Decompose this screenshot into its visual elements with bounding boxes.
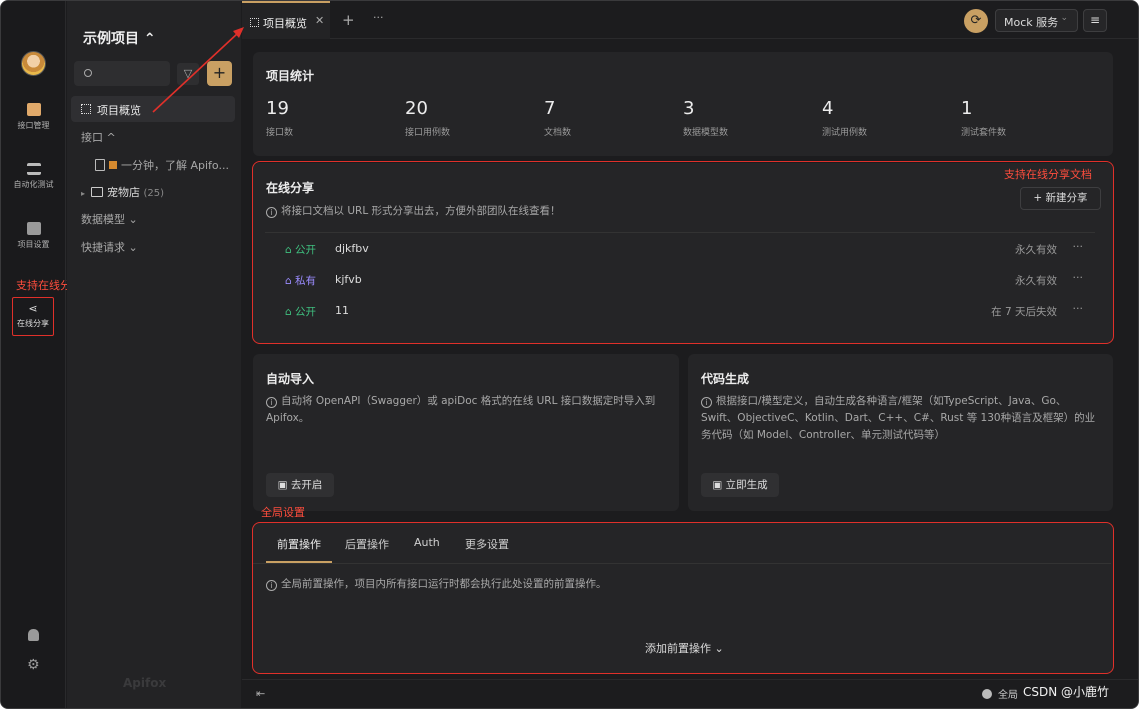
stat-value: 3 [683,98,695,119]
stat-value: 7 [544,98,556,119]
share-expiry: 永久有效 [1015,275,1057,287]
status-bar: ⇤ 全局 [242,679,1138,708]
global-annotation: 全局设置 [261,506,305,519]
stat-value: 19 [266,98,289,119]
stat-value: 1 [961,98,973,119]
share-name: 11 [335,304,349,317]
stat-item: 3 数据模型数 [683,98,728,138]
stat-item: 4 测试用例数 [822,98,867,138]
public-tag: ⌂ 公开 [285,304,316,319]
enable-import-button[interactable]: ▣ 去开启 [266,473,334,497]
info-icon: i [266,580,277,591]
environment-indicator[interactable]: 全局 [982,686,1018,701]
tab-auth[interactable]: Auth [414,536,440,549]
stat-label: 文档数 [544,128,572,138]
new-share-button[interactable]: + 新建分享 [1020,187,1101,210]
share-row[interactable]: ⌂ 私有 kjfvb 永久有效 ··· [265,264,1095,295]
codegen-title: 代码生成 [701,372,750,386]
share-row[interactable]: ⌂ 公开 djkfbv 永久有效 ··· [265,233,1095,264]
global-description-text: 全局前置操作，项目内所有接口运行时都会执行此处设置的前置操作。 [281,578,607,590]
global-description: i 全局前置操作，项目内所有接口运行时都会执行此处设置的前置操作。 [266,576,607,593]
info-icon: i [266,207,277,218]
codegen-description-text: 根据接口/模型定义，自动生成各种语言/框架（如TypeScript、Java、G… [701,395,1096,441]
stat-label: 测试用例数 [822,128,868,138]
app-window: 接口管理 自动化测试 项目设置 支持在线分享文档 ⋖ 在线分享 ⚙ 示例项目 ⌃… [0,0,1139,709]
private-tag: ⌂ 私有 [285,273,316,288]
stat-label: 接口数 [266,128,294,138]
share-name: kjfvb [335,273,362,286]
public-tag: ⌂ 公开 [285,242,316,257]
tag-label: 公开 [295,306,317,318]
share-expiry: 在 7 天后失效 [991,306,1057,318]
stat-label: 数据模型数 [683,128,729,138]
stat-item: 19 接口数 [266,98,293,138]
code-icon: ▣ [712,479,726,491]
stat-item: 1 测试套件数 [961,98,1006,138]
generate-code-button[interactable]: ▣ 立即生成 [701,473,779,497]
share-annotation: 支持在线分享文档 [1004,168,1092,181]
button-label: 去开启 [290,479,323,491]
lock-open-icon: ⌂ [285,306,296,318]
tag-label: 公开 [295,244,317,256]
auto-import-description-text: 自动将 OpenAPI（Swagger）或 apiDoc 格式的在线 URL 接… [266,395,656,424]
info-icon: i [701,397,712,408]
tab-post-ops[interactable]: 后置操作 [345,536,389,552]
more-icon[interactable]: ··· [1073,302,1084,315]
share-row[interactable]: ⌂ 公开 11 在 7 天后失效 ··· [265,295,1095,326]
stat-value: 4 [822,98,834,119]
more-icon[interactable]: ··· [1073,271,1084,284]
csdn-watermark: CSDN @小鹿竹 [1023,685,1110,699]
share-expiry: 永久有效 [1015,244,1057,256]
stat-item: 20 接口用例数 [405,98,450,138]
button-label: 立即生成 [725,479,768,491]
divider [253,563,1111,564]
auto-import-description: i 自动将 OpenAPI（Swagger）或 apiDoc 格式的在线 URL … [266,393,666,427]
info-icon: i [266,397,277,408]
auto-import-title: 自动导入 [266,372,315,386]
stat-item: 7 文档数 [544,98,571,138]
lock-icon: ⌂ [285,275,296,287]
tag-label: 私有 [295,275,317,287]
codegen-description: i 根据接口/模型定义，自动生成各种语言/框架（如TypeScript、Java、… [701,393,1101,444]
tab-more-settings[interactable]: 更多设置 [465,536,509,552]
add-pre-op-button[interactable]: 添加前置操作 ⌄ [645,640,724,656]
stat-label: 测试套件数 [961,128,1007,138]
globe-icon [982,689,992,699]
stat-value: 20 [405,98,428,119]
calendar-icon: ▣ [277,479,291,491]
share-description-text: 将接口文档以 URL 形式分享出去，方便外部团队在线查看！ [281,205,561,217]
environment-label: 全局 [998,690,1018,701]
stat-label: 接口用例数 [405,128,451,138]
collapse-sidebar-icon[interactable]: ⇤ [256,687,265,700]
share-name: djkfbv [335,242,369,255]
lock-open-icon: ⌂ [285,244,296,256]
share-title: 在线分享 [266,181,315,195]
tab-pre-ops[interactable]: 前置操作 [277,536,321,552]
stats-title: 项目统计 [266,69,315,83]
share-description: i 将接口文档以 URL 形式分享出去，方便外部团队在线查看！ [266,203,561,220]
more-icon[interactable]: ··· [1073,240,1084,253]
